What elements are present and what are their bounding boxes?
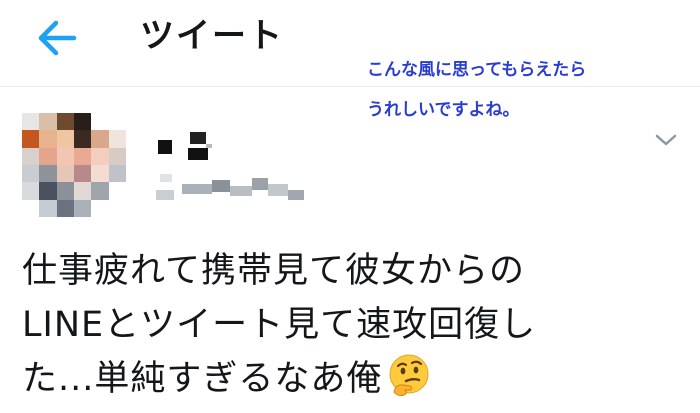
user-display-name-redacted[interactable] <box>155 130 215 164</box>
tweet-body: 仕事疲れて携帯見て彼女からの LINEとツイート見て速攻回復し た...単純すぎ… <box>22 244 692 406</box>
tweet-detail-screen: ツイート こんな風に思ってもらえたら うれしいですよね。 仕事疲れて携帯見て彼女… <box>0 0 700 413</box>
back-button[interactable] <box>30 14 82 62</box>
chevron-down-icon <box>655 134 677 146</box>
annotation-line-1: こんな風に思ってもらえたら <box>367 60 587 80</box>
avatar[interactable] <box>22 113 126 217</box>
user-handle-redacted[interactable] <box>150 172 310 204</box>
arrow-left-icon <box>38 20 77 56</box>
tweet-line-1: 仕事疲れて携帯見て彼女からの <box>22 251 525 291</box>
annotation-line-2: うれしいですよね。 <box>367 100 520 120</box>
page-title: ツイート <box>140 16 284 56</box>
tweet-line-3-text: た...単純すぎるなあ俺 <box>22 359 383 399</box>
tweet-line-2: LINEとツイート見て速攻回復し <box>22 305 537 345</box>
annotation-note: こんな風に思ってもらえたら うれしいですよね。 <box>367 50 697 130</box>
tweet-menu-button[interactable] <box>652 128 680 152</box>
tweet-line-3: た...単純すぎるなあ俺 <box>22 352 692 406</box>
thinking-face-emoji-icon <box>389 354 429 397</box>
